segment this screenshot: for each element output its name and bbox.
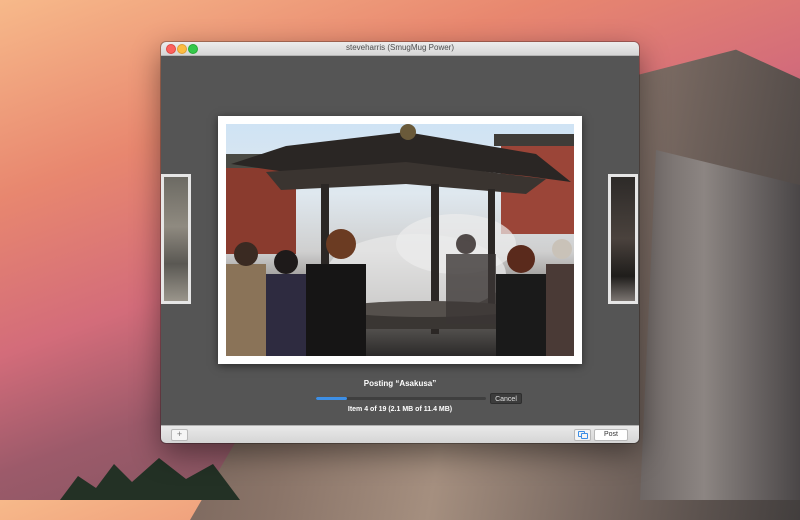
- bottom-toolbar: + Post: [161, 425, 639, 443]
- current-photo-image: [226, 124, 574, 356]
- app-window: steveharris (SmugMug Power) Posting “Asa…: [161, 42, 639, 443]
- upload-progress-detail: Item 4 of 19 (2.1 MB of 11.4 MB): [347, 406, 453, 413]
- next-photo-image: [611, 177, 635, 301]
- current-photo-frame: [218, 116, 582, 364]
- post-button[interactable]: Post: [594, 429, 628, 441]
- previous-photo-thumbnail[interactable]: [161, 174, 191, 304]
- temple-photo-illustration: [226, 124, 574, 356]
- duplicate-icon[interactable]: [574, 429, 591, 441]
- window-title: steveharris (SmugMug Power): [345, 43, 455, 52]
- add-button[interactable]: +: [171, 429, 188, 441]
- title-bar[interactable]: steveharris (SmugMug Power): [161, 42, 639, 56]
- duplicate-icon-front: [581, 433, 588, 439]
- cancel-button[interactable]: Cancel: [490, 393, 522, 404]
- posting-status-title: Posting “Asakusa”: [363, 379, 437, 388]
- upload-progress-fill: [316, 397, 347, 400]
- previous-photo-image: [164, 177, 188, 301]
- upload-progress-bar: [316, 397, 486, 400]
- wallpaper-trees: [60, 458, 240, 500]
- next-photo-thumbnail[interactable]: [608, 174, 638, 304]
- wallpaper-cliff: [640, 150, 800, 500]
